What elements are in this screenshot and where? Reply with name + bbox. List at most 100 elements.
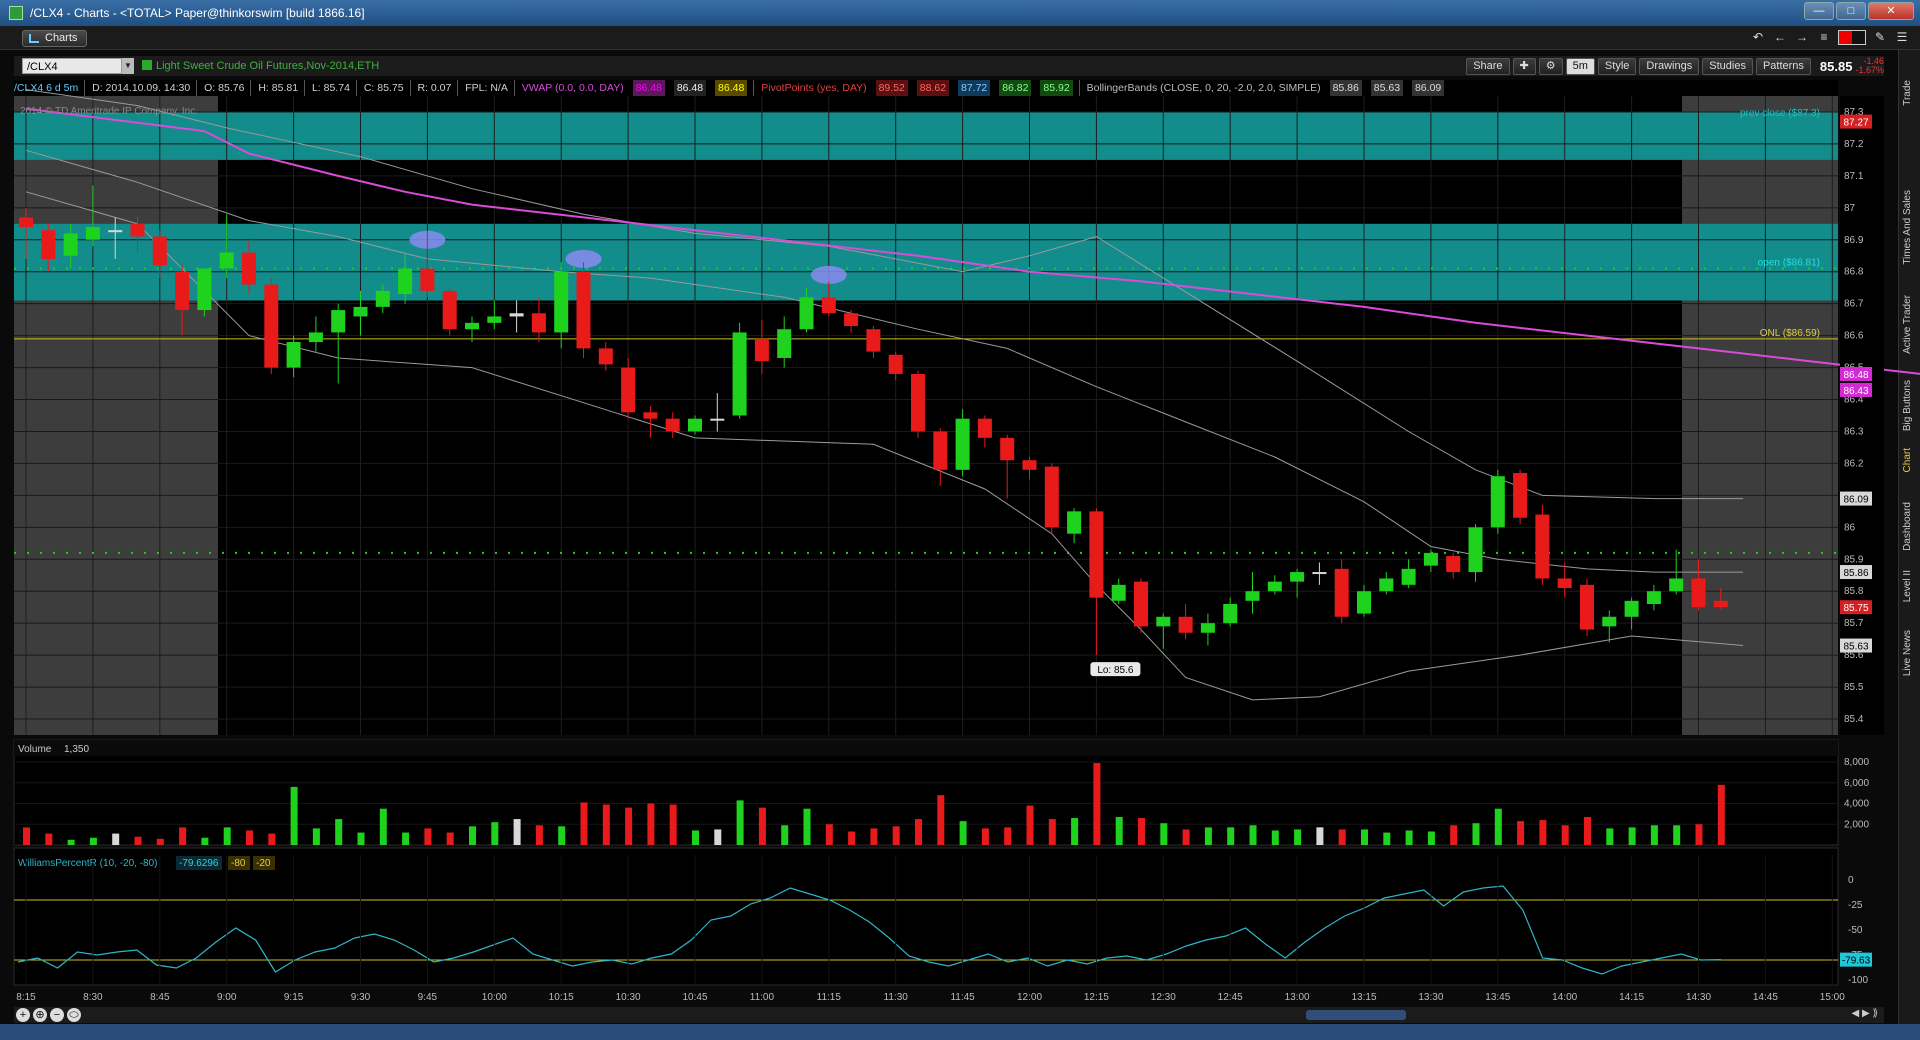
right-sidebar: Trade Times And Sales Active Trader Big …	[1898, 50, 1920, 1040]
menu-icon[interactable]: ≡	[1816, 30, 1832, 45]
minimize-button[interactable]: —	[1804, 2, 1834, 20]
candle-body	[1580, 584, 1594, 630]
volume-bar	[803, 808, 811, 845]
candle-body	[1200, 623, 1215, 633]
settings-wrench-icon[interactable]: ⚙	[1538, 57, 1563, 75]
price-tick-label: 85.4	[1844, 714, 1864, 725]
studies-button[interactable]: Studies	[1702, 57, 1753, 75]
sidebar-tab-big-buttons[interactable]: Big Buttons	[1902, 380, 1918, 431]
close-button[interactable]: ✕	[1868, 2, 1914, 20]
candle-body	[1267, 581, 1282, 592]
bollinger-bands-label[interactable]: BollingerBands (CLOSE, 0, 20, -2.0, 2.0,…	[1087, 80, 1321, 96]
candle-body	[1535, 514, 1550, 579]
sidebar-tab-times-and-sales[interactable]: Times And Sales	[1902, 190, 1918, 265]
volume-bar	[1606, 828, 1614, 845]
candle-body	[844, 313, 859, 327]
sidebar-tab-dashboard[interactable]: Dashboard	[1902, 502, 1918, 551]
style-button[interactable]: Style	[1597, 57, 1637, 75]
candle-body	[1022, 460, 1037, 470]
info-high: H: 85.81	[258, 82, 299, 94]
pivot-points-label[interactable]: PivotPoints (yes, DAY)	[761, 80, 866, 96]
volume-bar	[335, 819, 343, 845]
candle-body	[1178, 616, 1193, 633]
price-tick-label: 87.2	[1844, 139, 1864, 150]
zoom-in-icon[interactable]: +	[16, 1008, 30, 1022]
magnify-icon[interactable]: ⊕	[33, 1008, 47, 1022]
color-link-icon[interactable]	[1838, 30, 1866, 45]
maximize-button[interactable]: □	[1836, 2, 1866, 20]
volume-bar	[1494, 808, 1502, 845]
zoom-out-icon[interactable]: −	[50, 1008, 64, 1022]
candle-body	[866, 329, 881, 352]
volume-bar	[424, 828, 432, 845]
volume-bar	[758, 807, 766, 845]
candle-body	[1468, 527, 1483, 573]
time-tick-label: 9:15	[284, 992, 304, 1003]
price-bubble	[1840, 366, 1872, 381]
volume-bar	[625, 807, 633, 845]
vwap-label[interactable]: VWAP (0.0, 0.0, DAY)	[522, 80, 624, 96]
undo-icon[interactable]: ↶	[1750, 30, 1766, 45]
candle-body	[888, 354, 903, 374]
time-tick-label: 14:45	[1753, 992, 1778, 1003]
time-tick-label: 10:45	[682, 992, 707, 1003]
sidebar-tab-active-trader[interactable]: Active Trader	[1902, 295, 1918, 354]
candle-body	[576, 271, 591, 349]
sidebar-tab-chart[interactable]: Chart	[1902, 448, 1918, 472]
candle-body	[130, 223, 145, 237]
volume-bar	[647, 803, 655, 845]
pin-icon[interactable]: ✎	[1872, 30, 1888, 45]
vwap-value: 86.48	[673, 80, 707, 96]
drawings-button[interactable]: Drawings	[1639, 57, 1700, 75]
price-tick-label: 86.1	[1844, 490, 1864, 501]
price-tick-label: 85.7	[1844, 618, 1864, 629]
symbol-description: Light Sweet Crude Oil Futures,Nov-2014,E…	[142, 60, 379, 72]
fit-icon[interactable]: ⬭	[67, 1008, 81, 1022]
price-tick-label: 87.1	[1844, 171, 1864, 182]
volume-bar	[1517, 821, 1525, 845]
info-low: L: 85.74	[311, 82, 350, 94]
symbol-input[interactable]: /CLX4	[22, 58, 122, 74]
price-tick-label: 86.3	[1844, 426, 1864, 437]
candle-body	[331, 310, 346, 333]
time-tick-label: 10:30	[616, 992, 641, 1003]
williams-os: -20	[256, 858, 271, 869]
time-tick-label: 10:00	[482, 992, 507, 1003]
volume-bar	[602, 804, 610, 845]
volume-label: Volume	[18, 744, 52, 755]
bb-value: 85.63	[1370, 80, 1404, 96]
volume-pane	[13, 739, 1839, 846]
bollinger-lower-band	[25, 191, 1744, 701]
share-button[interactable]: Share	[1466, 57, 1510, 75]
sidebar-tab-live-news[interactable]: Live News	[1902, 630, 1918, 676]
time-period-button[interactable]: 5m	[1565, 57, 1595, 75]
volume-bar	[1472, 823, 1480, 845]
pattern-marker	[810, 265, 847, 284]
prev-close-zone	[14, 111, 1838, 160]
volume-bar	[1628, 827, 1636, 845]
crosshair-tool-icon[interactable]: ✚	[1512, 57, 1536, 75]
info-date: D: 2014.10.09. 14:30	[92, 82, 191, 94]
candle-body	[799, 297, 814, 330]
forward-arrow-icon[interactable]: →	[1794, 30, 1810, 45]
time-tick-label: 14:00	[1552, 992, 1577, 1003]
bollinger-upper-band	[25, 89, 1744, 500]
volume-bar	[23, 827, 30, 845]
horizontal-scrollbar[interactable]: + ⊕ − ⬭ ◀ ▶ ⟫	[14, 1007, 1884, 1023]
scrollbar-thumb[interactable]	[1306, 1010, 1406, 1020]
price-chart[interactable]: prev close ($87.3) open ($86.81) ONL ($86.…	[0, 0, 1920, 1040]
scroll-arrows-icon[interactable]: ◀ ▶ ⟫	[1852, 1008, 1879, 1019]
patterns-button[interactable]: Patterns	[1755, 57, 1811, 75]
sidebar-tab-trade[interactable]: Trade	[1902, 80, 1918, 106]
volume-bar	[357, 832, 365, 845]
tab-charts[interactable]: Charts	[22, 30, 88, 47]
symbol-dropdown-icon[interactable]: ▼	[122, 58, 134, 74]
sidebar-tab-level-ii[interactable]: Level II	[1902, 570, 1918, 602]
volume-bar	[1673, 825, 1681, 845]
candle-body	[531, 313, 546, 333]
grid-menu-icon[interactable]: ☰	[1894, 30, 1910, 45]
candle-body	[732, 332, 747, 416]
volume-bar	[1071, 818, 1079, 845]
back-arrow-icon[interactable]: ←	[1772, 30, 1788, 45]
volume-bar	[89, 837, 97, 845]
